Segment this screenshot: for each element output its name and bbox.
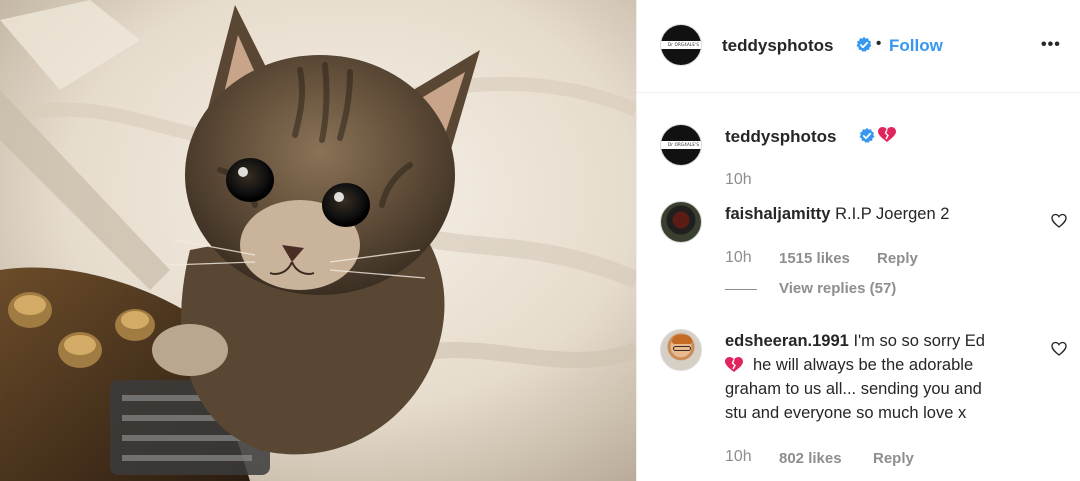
comment-likes[interactable]: 1515 likes — [779, 250, 850, 267]
separator-dot: • — [876, 35, 882, 52]
commenter-avatar[interactable] — [660, 201, 702, 243]
comment-body-line4: stu and everyone so much love x — [725, 404, 967, 422]
comment-body-line3: graham to us all... sending you and — [725, 380, 982, 398]
comment-username[interactable]: edsheeran.1991 — [725, 332, 849, 350]
author-username[interactable]: teddysphotos — [722, 36, 833, 56]
reply-button[interactable]: Reply — [877, 250, 918, 267]
verified-badge-icon — [859, 128, 875, 143]
verified-badge-icon — [856, 37, 872, 52]
comment-text: faishaljamitty R.I.P Joergen 2 — [725, 202, 1045, 226]
broken-heart-icon — [725, 357, 743, 372]
post-photo[interactable] — [0, 0, 636, 481]
caption-timestamp[interactable]: 10h — [725, 171, 752, 189]
post-panel: Dr ORG4ALE'S teddysphotos • Follow ••• D… — [636, 0, 1080, 481]
comment-text: edsheeran.1991 I'm so so sorry Ed he wil… — [725, 329, 1045, 425]
comment-username[interactable]: faishaljamitty — [725, 205, 830, 223]
comment-timestamp[interactable]: 10h — [725, 448, 752, 466]
caption-username[interactable]: teddysphotos — [725, 127, 836, 147]
caption-avatar[interactable]: Dr ORG4ALE'S — [660, 124, 702, 166]
broken-heart-icon — [878, 127, 896, 142]
comment-body-line1: I'm so so sorry Ed — [853, 332, 985, 350]
comment-body: R.I.P Joergen 2 — [835, 205, 950, 223]
reply-button[interactable]: Reply — [873, 450, 914, 467]
kitten-photo — [0, 0, 636, 481]
follow-button[interactable]: Follow — [889, 36, 943, 56]
view-replies-button[interactable]: View replies (57) — [779, 280, 896, 297]
comment-likes[interactable]: 802 likes — [779, 450, 842, 467]
comment-body-line2: he will always be the adorable — [753, 356, 974, 374]
more-options-button[interactable]: ••• — [1041, 36, 1061, 54]
heart-like-icon[interactable] — [1051, 213, 1067, 229]
heart-like-icon[interactable] — [1051, 341, 1067, 357]
post-header: Dr ORG4ALE'S teddysphotos • Follow ••• — [637, 0, 1080, 93]
replies-divider — [725, 289, 757, 290]
comment-timestamp[interactable]: 10h — [725, 249, 752, 267]
author-avatar[interactable]: Dr ORG4ALE'S — [660, 24, 702, 66]
commenter-avatar[interactable] — [660, 329, 702, 371]
